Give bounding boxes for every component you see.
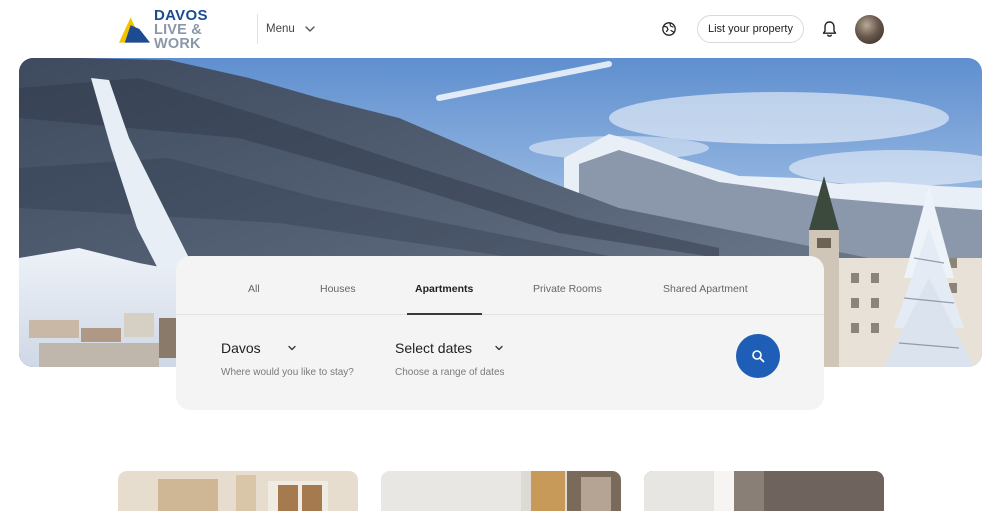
davos-logo[interactable]: DAVOS LIVE & WORK: [118, 8, 250, 51]
tab-all[interactable]: All: [248, 283, 260, 295]
site-header: DAVOS LIVE & WORK Menu List your propert…: [0, 0, 1000, 58]
listing-card-image[interactable]: [118, 471, 358, 511]
tab-apartments[interactable]: Apartments: [415, 283, 473, 295]
menu-button[interactable]: Menu: [266, 20, 316, 38]
search-icon: [752, 350, 765, 363]
user-avatar[interactable]: [855, 15, 884, 44]
header-divider: [257, 14, 258, 44]
davos-logo-mark: [118, 17, 151, 43]
list-your-property-button[interactable]: List your property: [697, 15, 804, 43]
search-button[interactable]: [736, 334, 780, 378]
logo-line-2: LIVE & WORK: [154, 22, 202, 52]
location-field[interactable]: Davos Where would you like to stay?: [221, 340, 354, 378]
property-type-tabs: All Houses Apartments Private Rooms Shar…: [176, 256, 824, 315]
chevron-down-icon: [288, 345, 296, 351]
logo-line-1: DAVOS: [154, 7, 208, 24]
location-hint: Where would you like to stay?: [221, 367, 354, 378]
chevron-down-icon: [305, 26, 315, 32]
chevron-down-icon: [495, 345, 503, 351]
tab-private-rooms[interactable]: Private Rooms: [533, 283, 602, 295]
active-tab-indicator: [407, 313, 482, 315]
globe-icon[interactable]: [661, 21, 677, 37]
tab-shared-apartment[interactable]: Shared Apartment: [663, 283, 748, 295]
listing-cards: [0, 470, 1000, 511]
listing-card-image[interactable]: [644, 471, 884, 511]
dates-field[interactable]: Select dates Choose a range of dates: [395, 340, 505, 378]
dates-value: Select dates: [395, 340, 473, 356]
search-panel: All Houses Apartments Private Rooms Shar…: [176, 256, 824, 410]
listing-card-image[interactable]: [381, 471, 621, 511]
bell-icon[interactable]: [821, 20, 838, 38]
location-value: Davos: [221, 340, 261, 356]
menu-label: Menu: [266, 23, 295, 35]
dates-hint: Choose a range of dates: [395, 367, 505, 378]
tab-houses[interactable]: Houses: [320, 283, 356, 295]
